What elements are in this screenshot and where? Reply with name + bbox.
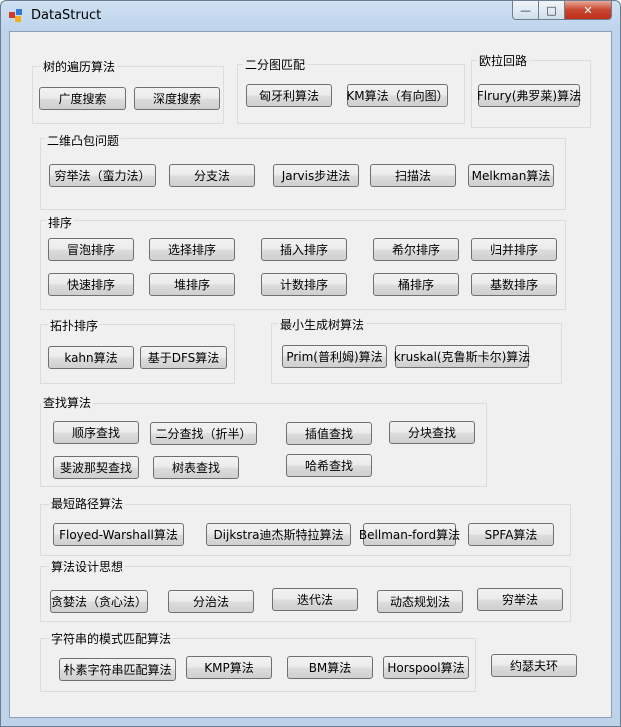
dijkstra-button[interactable]: Dijkstra迪杰斯特拉算法 xyxy=(206,523,351,546)
group-label-bipartite: 二分图匹配 xyxy=(243,56,308,73)
group-label-topo: 拓扑排序 xyxy=(48,317,101,334)
group-label-shortest-path: 最短路径算法 xyxy=(49,495,126,512)
branch-button[interactable]: 分支法 xyxy=(169,164,255,187)
selection-sort-button[interactable]: 选择排序 xyxy=(149,238,235,261)
group-label-convex-hull: 二维凸包问题 xyxy=(45,132,122,149)
brute-force-button[interactable]: 穷举法（蛮力法） xyxy=(49,164,156,187)
spfa-button[interactable]: SPFA算法 xyxy=(468,523,554,546)
minimize-icon: — xyxy=(520,3,531,17)
binary-search-button[interactable]: 二分查找（折半） xyxy=(150,422,257,445)
bfs-button[interactable]: 广度搜索 xyxy=(39,87,126,110)
divide-conquer-button[interactable]: 分治法 xyxy=(168,590,254,613)
app-icon xyxy=(9,9,22,22)
josephus-button[interactable]: 约瑟夫环 xyxy=(491,654,577,677)
bellman-ford-button[interactable]: Bellman-ford算法 xyxy=(359,523,460,546)
maximize-button[interactable]: □ xyxy=(538,1,565,20)
fibonacci-search-button[interactable]: 斐波那契查找 xyxy=(53,456,139,479)
hungarian-button[interactable]: 匈牙利算法 xyxy=(246,84,332,107)
shell-sort-button[interactable]: 希尔排序 xyxy=(373,238,459,261)
fleury-button[interactable]: Flrury(弗罗莱)算法 xyxy=(477,84,581,107)
kruskal-button[interactable]: kruskal(克鲁斯卡尔)算法 xyxy=(394,345,530,368)
bm-button[interactable]: BM算法 xyxy=(287,656,373,679)
graham-scan-button[interactable]: 扫描法 xyxy=(370,164,456,187)
window-title: DataStruct xyxy=(31,8,102,23)
close-button[interactable]: ✕ xyxy=(564,1,612,20)
floyd-warshall-button[interactable]: Floyed-Warshall算法 xyxy=(53,523,184,546)
client-area: 树的遍历算法 广度搜索 深度搜索 二分图匹配 匈牙利算法 KM算法（有向图） 欧… xyxy=(9,31,612,718)
melkman-button[interactable]: Melkman算法 xyxy=(468,164,554,187)
group-label-tree-traversal: 树的遍历算法 xyxy=(41,58,118,75)
quick-sort-button[interactable]: 快速排序 xyxy=(48,273,134,296)
hash-search-button[interactable]: 哈希查找 xyxy=(286,454,372,477)
naive-match-button[interactable]: 朴素字符串匹配算法 xyxy=(59,658,176,681)
bubble-sort-button[interactable]: 冒泡排序 xyxy=(48,238,134,261)
heap-sort-button[interactable]: 堆排序 xyxy=(149,273,235,296)
counting-sort-button[interactable]: 计数排序 xyxy=(261,273,347,296)
prim-button[interactable]: Prim(普利姆)算法 xyxy=(282,345,387,368)
sequential-search-button[interactable]: 顺序查找 xyxy=(53,421,139,444)
group-label-sorting: 排序 xyxy=(46,214,75,231)
tree-search-button[interactable]: 树表查找 xyxy=(153,456,239,479)
iteration-button[interactable]: 迭代法 xyxy=(272,588,358,611)
radix-sort-button[interactable]: 基数排序 xyxy=(471,273,557,296)
dfs-topo-button[interactable]: 基于DFS算法 xyxy=(140,346,227,369)
title-bar[interactable]: DataStruct — □ ✕ xyxy=(1,1,620,31)
group-label-design: 算法设计思想 xyxy=(49,558,126,575)
group-sorting xyxy=(40,220,566,310)
insertion-sort-button[interactable]: 插入排序 xyxy=(261,238,347,261)
horspool-button[interactable]: Horspool算法 xyxy=(383,656,469,679)
main-window: DataStruct — □ ✕ 树的遍历算法 广度搜索 深度搜索 二分图匹配 … xyxy=(0,0,621,727)
jarvis-button[interactable]: Jarvis步进法 xyxy=(273,164,359,187)
group-label-string-match: 字符串的模式匹配算法 xyxy=(49,630,174,647)
minimize-button[interactable]: — xyxy=(512,1,539,20)
merge-sort-button[interactable]: 归并排序 xyxy=(471,238,557,261)
group-label-mst: 最小生成树算法 xyxy=(278,316,367,333)
kmp-button[interactable]: KMP算法 xyxy=(186,656,272,679)
greedy-button[interactable]: 贪婪法（贪心法） xyxy=(50,590,148,613)
dfs-button[interactable]: 深度搜索 xyxy=(134,87,220,110)
dynamic-programming-button[interactable]: 动态规划法 xyxy=(377,590,463,613)
bucket-sort-button[interactable]: 桶排序 xyxy=(373,273,459,296)
group-label-euler: 欧拉回路 xyxy=(477,52,530,69)
block-search-button[interactable]: 分块查找 xyxy=(389,421,475,444)
exhaustive-button[interactable]: 穷举法 xyxy=(477,588,563,611)
close-icon: ✕ xyxy=(583,3,593,17)
km-button[interactable]: KM算法（有向图） xyxy=(346,84,449,107)
group-label-search: 查找算法 xyxy=(41,394,94,411)
maximize-icon: □ xyxy=(546,3,557,17)
interpolation-search-button[interactable]: 插值查找 xyxy=(286,422,372,445)
kahn-button[interactable]: kahn算法 xyxy=(48,346,134,369)
